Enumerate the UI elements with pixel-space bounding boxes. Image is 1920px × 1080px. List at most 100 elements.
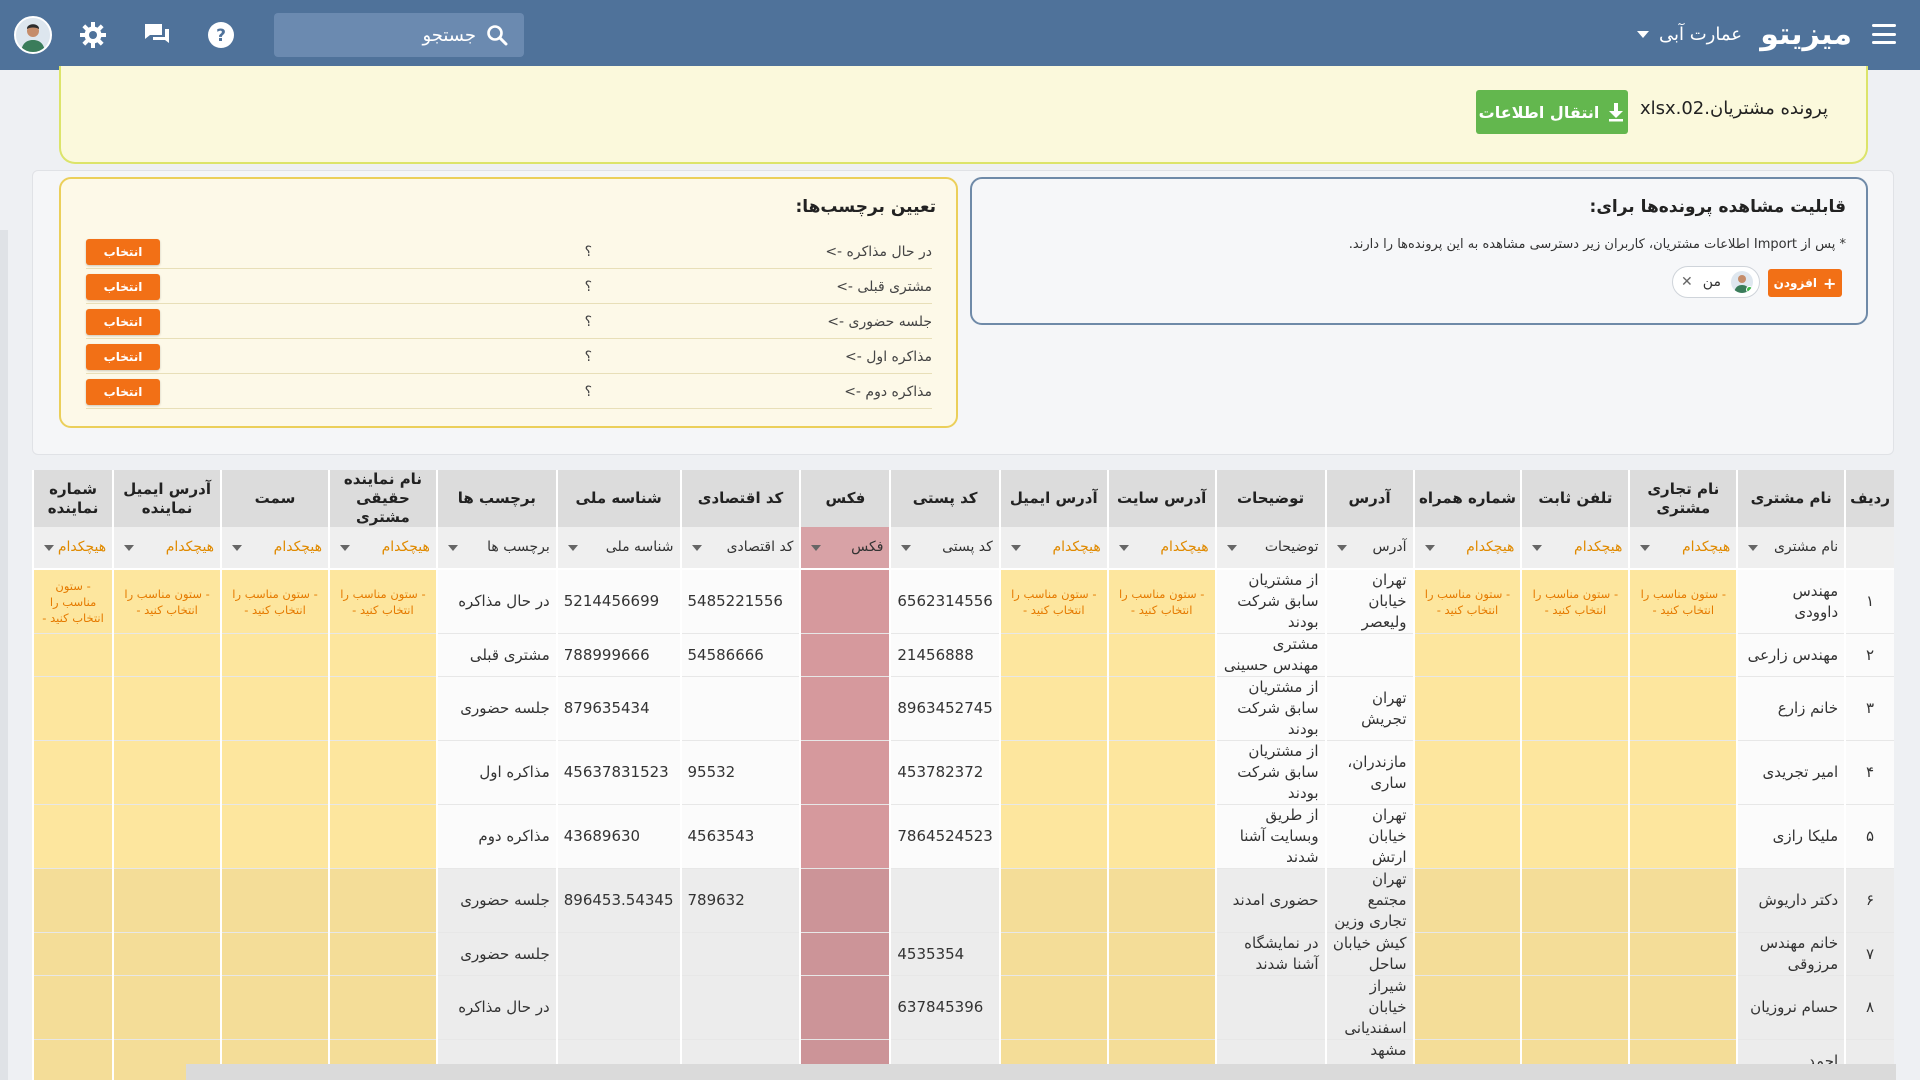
transfer-data-button[interactable]: انتقال اطلاعات <box>1476 90 1628 134</box>
column-header: آدرس سایت <box>1106 470 1216 527</box>
close-icon[interactable]: ✕ <box>1681 274 1693 290</box>
column-mapping-select[interactable]: هیچکدام <box>336 537 430 558</box>
search-box[interactable]: جستجو <box>274 13 524 57</box>
unmapped-cell <box>220 676 329 741</box>
column-mapping-value: فکس <box>851 539 884 555</box>
mapping-cell: شناسه ملی <box>555 527 681 570</box>
unmapped-cell <box>220 740 329 805</box>
select-tag-button[interactable]: انتخاب <box>86 273 160 300</box>
address-cell: تهران تجریش <box>1324 676 1414 741</box>
column-mapping-select[interactable]: نام مشتری <box>1744 537 1838 558</box>
column-header: نام مشتری <box>1736 470 1846 527</box>
visibility-note: * پس از Import اطلاعات مشتریان، کاربران … <box>1348 237 1846 252</box>
tag-cell: جلسه حضوری <box>435 676 557 741</box>
app-logo[interactable]: میزیتو <box>1760 12 1852 56</box>
column-header: شماره همراه <box>1412 470 1522 527</box>
unmapped-cell: - ستون مناسب را انتخاب کنید - <box>327 569 437 634</box>
select-tag-button[interactable]: انتخاب <box>86 308 160 335</box>
chevron-down-icon <box>124 544 135 551</box>
econ-cell <box>679 676 801 741</box>
desc-cell: از طریق وبسایت آشنا شدند <box>1214 804 1326 869</box>
select-tag-button[interactable]: انتخاب <box>86 343 160 370</box>
chevron-down-icon <box>44 544 54 551</box>
column-mapping-select[interactable]: هیچکدام <box>228 537 322 558</box>
fax-cell <box>799 804 891 869</box>
column-mapping-select[interactable]: هیچکدام <box>1421 537 1514 558</box>
unmapped-cell <box>112 740 222 805</box>
tag-assignment-card: تعیین برچسب‌ها: در حال مذاکره -> ؟ انتخاب م… <box>59 177 958 428</box>
name-cell: مهندس داوودی <box>1736 569 1846 634</box>
econ-cell: 54586666 <box>679 633 801 677</box>
help-icon[interactable]: ? <box>204 18 238 52</box>
chevron-down-icon <box>691 544 702 551</box>
column-mapping-select[interactable]: هیچکدام <box>1115 537 1209 558</box>
select-tag-button[interactable]: انتخاب <box>86 238 160 265</box>
mapping-cell: هیچکدام <box>327 527 437 570</box>
unmapped-cell <box>1106 975 1216 1040</box>
postal-cell: 453782372 <box>889 740 1000 805</box>
unmapped-cell: - ستون مناسب را انتخاب کنید - <box>1412 569 1522 634</box>
unmapped-cell <box>1628 676 1738 741</box>
column-mapping-select[interactable]: آدرس <box>1333 537 1407 558</box>
chevron-down-icon <box>1226 544 1237 551</box>
chevron-down-icon <box>339 544 350 551</box>
unmapped-cell <box>1628 633 1738 677</box>
tag-label: جلسه حضوری -> <box>827 313 932 330</box>
unmapped-cell <box>112 932 222 976</box>
column-mapping-select[interactable]: شناسه ملی <box>564 537 674 558</box>
fax-cell <box>799 868 891 933</box>
tag-row: مذاکره دوم -> ؟ انتخاب <box>86 375 932 409</box>
chat-icon[interactable] <box>140 18 174 52</box>
unmapped-cell <box>327 676 437 741</box>
column-mapping-select[interactable]: هیچکدام <box>120 537 214 558</box>
econ-cell <box>679 932 801 976</box>
workspace-selector[interactable]: عمارت آبی <box>1636 20 1742 48</box>
unmapped-cell <box>1412 975 1522 1040</box>
fax-cell <box>799 975 891 1040</box>
horizontal-scrollbar[interactable] <box>186 1064 1896 1080</box>
unmapped-cell <box>998 868 1108 933</box>
unmapped-cell <box>998 633 1108 677</box>
column-mapping-select[interactable]: کد پستی <box>897 537 993 558</box>
search-input[interactable]: جستجو <box>422 25 476 46</box>
column-mapping-select[interactable]: توضیحات <box>1223 537 1319 558</box>
gear-icon[interactable] <box>76 18 110 52</box>
user-avatar <box>1731 271 1753 293</box>
unmapped-cell <box>32 804 114 869</box>
user-chip[interactable]: من ✕ <box>1672 266 1760 298</box>
tag-cell: جلسه حضوری <box>435 932 557 976</box>
data-grid: ردیف نام مشتری نام تجاری مشتری تلفن ثابت شما… <box>32 470 1894 1080</box>
unmapped-cell <box>112 975 222 1040</box>
add-user-button[interactable]: + افزودن <box>1768 269 1842 297</box>
unmapped-cell <box>1520 804 1630 869</box>
column-header: آدرس <box>1324 470 1414 527</box>
column-mapping-select[interactable]: فکس <box>807 537 883 558</box>
column-mapping-select[interactable]: کد اقتصادی <box>688 537 793 558</box>
unmapped-cell <box>1106 804 1216 869</box>
column-mapping-select[interactable]: هیچکدام <box>1007 537 1101 558</box>
unmapped-cell: - ستون مناسب را انتخاب کنید - <box>1628 569 1738 634</box>
column-mapping-select[interactable]: هیچکدام <box>40 537 106 558</box>
avatar[interactable] <box>14 16 52 54</box>
select-tag-button[interactable]: انتخاب <box>86 378 160 405</box>
visibility-title: قابلیت مشاهده پرونده‌ها برای: <box>1589 197 1846 217</box>
column-mapping-select[interactable]: هیچکدام <box>1528 537 1622 558</box>
chevron-down-icon <box>1010 544 1021 551</box>
plus-icon: + <box>1822 273 1837 293</box>
address-cell: کیش خیابان ساحل <box>1324 932 1414 976</box>
postal-cell <box>889 868 1000 933</box>
visibility-card: قابلیت مشاهده پرونده‌ها برای: * پس از Im… <box>970 177 1868 325</box>
unmapped-cell <box>327 975 437 1040</box>
row-index: ۱ <box>1844 569 1894 634</box>
column-header: نام نماینده حقیقی مشتری <box>327 470 437 527</box>
mapping-cell: هیچکدام <box>1412 527 1522 570</box>
unmapped-cell: - ستون مناسب را انتخاب کنید - <box>112 569 222 634</box>
unmapped-cell <box>998 804 1108 869</box>
menu-icon[interactable] <box>1870 20 1898 48</box>
address-cell: تهران خیابان ارتش <box>1324 804 1414 869</box>
address-cell: تهران خیابان ولیعصر <box>1324 569 1414 634</box>
column-mapping-select[interactable]: برچسب ها <box>444 537 550 558</box>
mapping-cell: هیچکدام <box>32 527 114 570</box>
column-mapping-select[interactable]: هیچکدام <box>1636 537 1730 558</box>
mapping-cell: نام مشتری <box>1736 527 1846 570</box>
